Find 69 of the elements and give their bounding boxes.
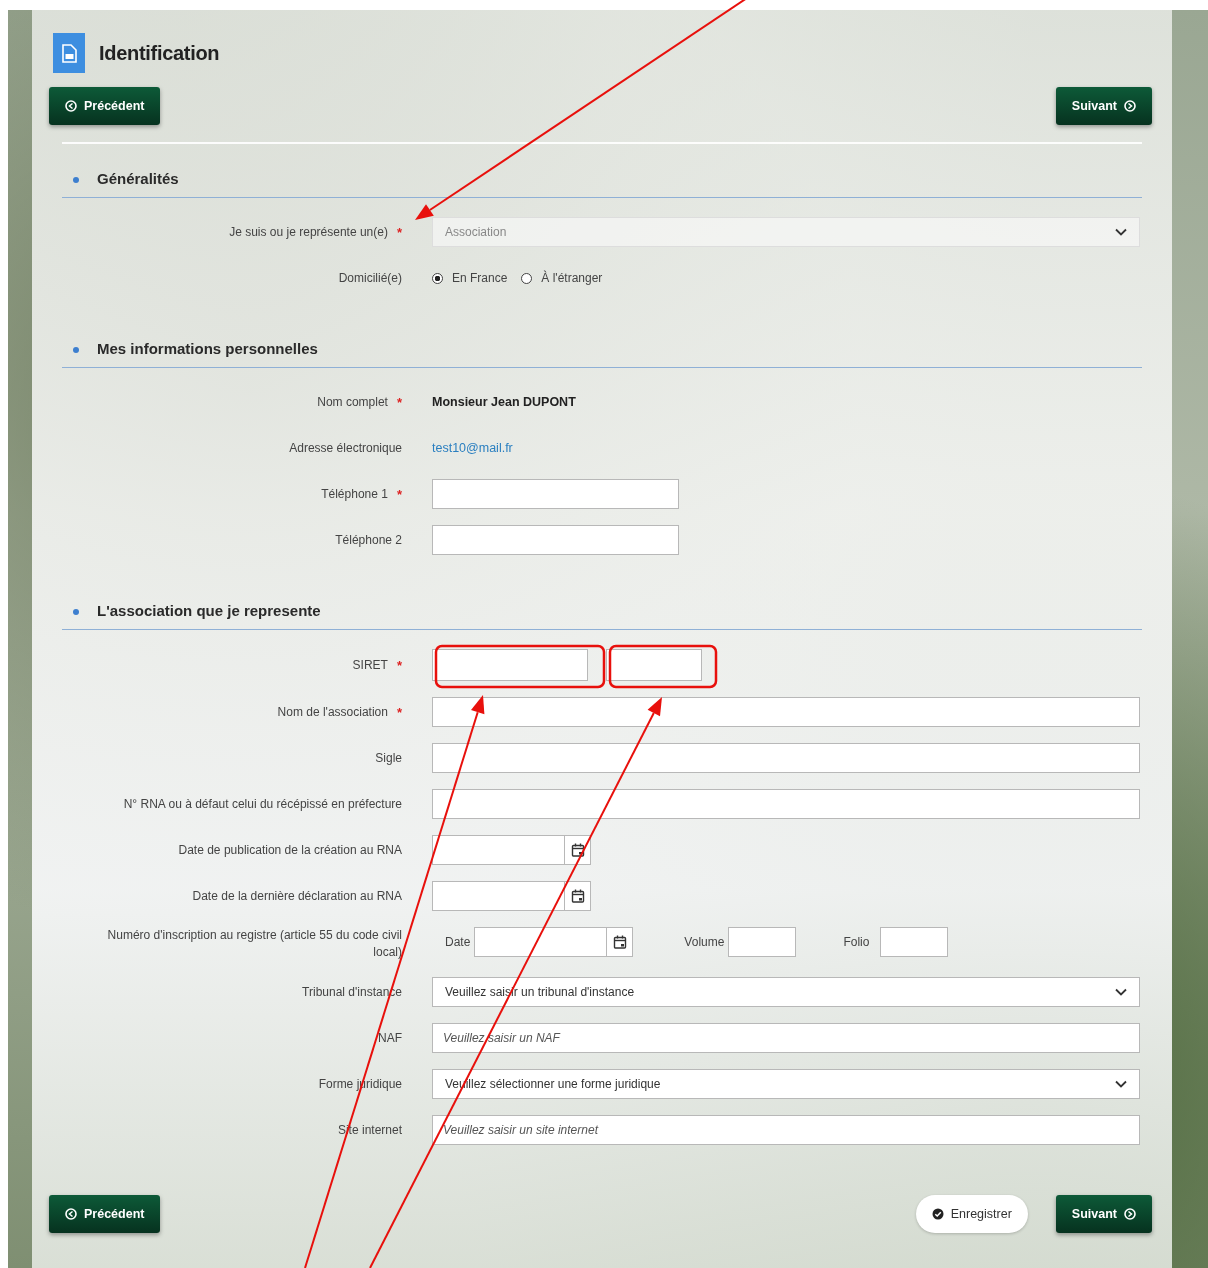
text-field[interactable]: [432, 743, 1140, 773]
previous-button[interactable]: Précédent: [49, 1195, 161, 1233]
required-mark: *: [396, 224, 402, 240]
next-button[interactable]: Suivant: [1055, 87, 1152, 125]
radio-button[interactable]: [521, 272, 533, 284]
field-label: NAF: [378, 1029, 402, 1047]
right-arrow-circle-icon: [1124, 1208, 1136, 1220]
calendar-icon: [570, 889, 585, 903]
field-label: Date de la dernière déclaration au RNA: [192, 887, 402, 905]
field-label: Téléphone 2: [335, 531, 402, 549]
field-label: Adresse électronique: [289, 439, 402, 457]
field-label: Date: [445, 935, 471, 949]
text-field[interactable]: [606, 649, 702, 681]
field-label: Je suis ou je représente un(e): [229, 223, 388, 241]
field-label: Sigle: [375, 749, 402, 767]
field-label: Téléphone 1: [321, 485, 388, 503]
bullet-icon: [73, 347, 79, 353]
calendar-button[interactable]: [607, 927, 634, 957]
left-arrow-circle-icon: [65, 100, 77, 112]
field-label: SIRET: [352, 656, 388, 674]
date-field[interactable]: [432, 881, 565, 911]
calendar-button[interactable]: [565, 835, 591, 865]
calendar-icon: [570, 843, 585, 857]
radio-label[interactable]: En France: [452, 271, 508, 285]
bullet-icon: [73, 177, 79, 183]
text-field[interactable]: [432, 649, 588, 681]
section-title: L'association que je represente: [97, 601, 321, 619]
text-field[interactable]: [728, 927, 797, 957]
chevron-down-icon: [1115, 1080, 1127, 1088]
text-field[interactable]: Veuillez saisir un site internet: [432, 1115, 1140, 1145]
calendar-button[interactable]: [565, 881, 591, 911]
chevron-down-icon: [1115, 988, 1127, 996]
date-field[interactable]: [432, 835, 565, 865]
chevron-down-icon: [1115, 228, 1127, 236]
radio-button[interactable]: [432, 272, 443, 284]
calendar-icon: [612, 935, 627, 949]
field-label: Numéro d'inscription au registre (article 55 du code civil local): [106, 927, 402, 961]
document-icon: [53, 33, 85, 73]
page-title: Identification: [99, 41, 220, 65]
bullet-icon: [73, 609, 79, 615]
date-field[interactable]: [474, 927, 608, 957]
check-circle-icon: [931, 1208, 944, 1220]
required-mark: *: [396, 486, 402, 502]
field-label: Domicilié(e): [338, 269, 402, 287]
text-field[interactable]: [880, 927, 949, 957]
required-mark: *: [396, 394, 402, 410]
radio-label[interactable]: À l'étranger: [541, 271, 603, 285]
required-mark: *: [396, 704, 402, 720]
full-name-text: Monsieur Jean DUPONT: [432, 395, 576, 409]
field-label: Folio: [843, 935, 870, 949]
section-title: Mes informations personnelles: [97, 339, 318, 357]
previous-button[interactable]: Précédent: [49, 87, 161, 125]
field-label: Nom de l'association: [277, 703, 388, 721]
left-arrow-circle-icon: [65, 1208, 77, 1220]
email-link[interactable]: test10@mail.fr: [432, 441, 513, 455]
text-field[interactable]: [432, 479, 679, 509]
next-button[interactable]: Suivant: [1055, 1195, 1152, 1233]
section-title: Généralités: [97, 169, 179, 187]
text-field[interactable]: [432, 789, 1140, 819]
field-label: N° RNA ou à défaut celui du récépissé en préfecture: [123, 795, 402, 813]
save-button[interactable]: Enregistrer: [915, 1195, 1028, 1233]
text-field[interactable]: [432, 525, 679, 555]
text-field[interactable]: Veuillez saisir un NAF: [432, 1023, 1140, 1053]
field-label: Volume: [684, 935, 725, 949]
required-mark: *: [396, 657, 402, 673]
field-label: Nom complet: [317, 393, 388, 411]
field-label: Date de publication de la création au RNA: [178, 841, 402, 859]
right-arrow-circle-icon: [1124, 100, 1136, 112]
text-field[interactable]: [432, 697, 1140, 727]
